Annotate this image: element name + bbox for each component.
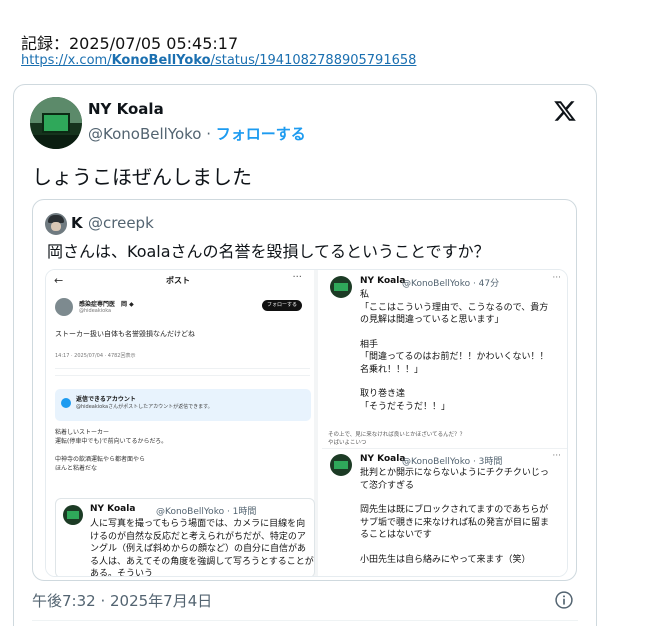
screenshot-post-1: NY Koala @KonoBellYoko · 47分 ··· 私 「ここはこ… — [330, 273, 565, 426]
screenshot-post-stats: 14:17 · 2025/07/04 · 4782回表示 — [55, 353, 136, 359]
quote-author-avatar — [45, 213, 67, 235]
screenshot-post-2: NY Koala @KonoBellYoko · 3時間 ··· 批判とか開示に… — [330, 451, 565, 574]
divider — [322, 448, 567, 449]
screenshot-right-panel: NY Koala @KonoBellYoko · 47分 ··· 私 「ここはこ… — [322, 270, 567, 576]
screenshot-line: 粘着しいストーカー — [55, 429, 110, 436]
inner-quote-meta: @KonoBellYoko · 1時間 — [156, 507, 257, 517]
meta-separator: · — [201, 125, 216, 143]
post-line: 相手 — [360, 339, 379, 350]
author-avatar[interactable] — [30, 97, 82, 149]
post-line: て恣介すぎる — [360, 480, 415, 491]
tweet-timestamp[interactable]: 午後7:32 · 2025年7月4日 — [32, 590, 212, 611]
screenshot-account-handle: @hideakioka — [79, 308, 112, 314]
post-line: 批判とか開示にならないようにチクチクいじっ — [360, 468, 549, 478]
post-line: 小田先生は自ら絡みにやって来ます（笑） — [360, 554, 531, 565]
follow-link[interactable]: フォローする — [216, 125, 306, 143]
post-avatar — [330, 454, 352, 476]
tweet-text: しょうこほぜんしました — [32, 165, 252, 189]
screenshot-reply-notice: 返信できるアカウント @hideakiokaさんがポストしたアカウントが返信でき… — [55, 389, 311, 421]
post-meta: @KonoBellYoko · 3時間 — [402, 457, 503, 467]
card-divider — [32, 620, 578, 621]
post-meta: @KonoBellYoko · 47分 — [402, 279, 500, 289]
screenshot-left-panel: ← ポスト ··· 感染症専門医 岡 ◆ @hideakioka フォローする … — [46, 270, 318, 577]
screenshot-note-line: やばいよこいつ — [328, 440, 367, 446]
more-icon: ··· — [552, 451, 561, 461]
post-author: NY Koala — [360, 276, 406, 286]
more-icon: ··· — [552, 273, 561, 283]
post-line: 名乗れ！！！」 — [360, 364, 424, 375]
screenshot-page-title: ポスト — [166, 276, 190, 285]
post-line: サブ垢で覗きに来なければ私の発言が目に留ま — [360, 517, 550, 528]
post-line: 取り巻き達 — [360, 389, 406, 399]
post-line: 「そうだそうだ！！」 — [360, 401, 451, 412]
notice-title: 返信できるアカウント — [76, 396, 136, 403]
inner-quote-text: 人に写真を撮ってもらう場面では、カメラに目線を向けるのが自然な反応だと考えられが… — [90, 519, 314, 577]
author-meta: @KonoBellYoko · フォローする — [88, 123, 306, 144]
author-name[interactable]: NY Koala — [88, 100, 164, 118]
inner-quote-avatar — [63, 505, 83, 525]
screenshot-avatar — [55, 298, 73, 316]
url-prefix: https://x.com/ — [21, 53, 112, 68]
author-handle[interactable]: @KonoBellYoko — [88, 125, 201, 143]
post-avatar — [330, 276, 352, 298]
screenshot-line: 中神寺の飲酒運転やら都者面やら — [55, 456, 146, 463]
screenshot-action-bar — [55, 368, 310, 376]
screenshot-post-text: ストーカー扱い自体も名誉毀損なんだけどね — [55, 330, 195, 338]
screenshot-account-name: 感染症専門医 岡 ◆ — [79, 301, 134, 308]
quote-attached-image[interactable]: ← ポスト ··· 感染症専門医 岡 ◆ @hideakioka フォローする … — [45, 269, 568, 577]
at-sign-icon — [61, 398, 71, 408]
info-icon[interactable] — [554, 590, 574, 610]
screenshot-text-lines: 粘着しいストーカー 運転(停車中でも)で前向いてるからだろ。 中神寺の飲酒運転や… — [55, 428, 167, 473]
screenshot-line — [55, 446, 167, 455]
post-line: 私 — [360, 290, 370, 300]
embedded-tweet-card: NY Koala @KonoBellYoko · フォローする しょうこほぜんし… — [13, 84, 597, 626]
url-suffix: /status/1941082788905791658 — [210, 53, 417, 68]
quote-author-handle: @creepk — [88, 214, 154, 232]
record-url-link[interactable]: https://x.com/KonoBellYoko/status/194108… — [21, 53, 416, 68]
post-line: ることはないです — [360, 530, 432, 540]
screenshot-line: ほんと粘着だな — [55, 465, 98, 472]
back-arrow-icon: ← — [54, 274, 64, 287]
x-logo-icon[interactable] — [552, 99, 578, 123]
notice-text: @hideakiokaさんがポストしたアカウントが返信できます。 — [76, 404, 213, 410]
screenshot-note-line: その上で、見に来なければ良いとかほざいてるんだ？？ — [328, 432, 466, 438]
quote-author-name: K — [71, 214, 83, 232]
inner-quote-author: NY Koala — [90, 504, 136, 514]
post-line: の見解は間違っていると思います」 — [360, 315, 504, 325]
quote-text: 岡さんは、Koalaさんの名誉を毀損してるということですか？ — [47, 242, 490, 261]
more-icon: ··· — [292, 272, 302, 283]
record-timestamp: 記録：2025/07/05 05:45:17 — [21, 34, 239, 53]
post-line: 岡先生は既にブロックされてますのであちらが — [360, 505, 549, 515]
url-username: KonoBellYoko — [111, 53, 211, 68]
screenshot-follow-button: フォローする — [262, 300, 302, 311]
post-line: 「ここはこういう理由で、こうなるので、貴方 — [360, 302, 549, 313]
post-body: 批判とか開示にならないようにチクチクいじっ て恣介すぎる 岡先生は既にブロックさ… — [360, 467, 565, 566]
post-body: 私 「ここはこういう理由で、こうなるので、貴方 の見解は間違っていると思います」… — [360, 289, 565, 413]
screenshot-line: 運転(停車中でも)で前向いてるからだろ。 — [55, 438, 168, 445]
quoted-tweet-card[interactable]: K @creepk 岡さんは、Koalaさんの名誉を毀損してるということですか？… — [32, 199, 577, 581]
post-author: NY Koala — [360, 454, 406, 464]
post-line: 「間違ってるのはお前だ！！かわいくない！！ — [360, 352, 549, 362]
screenshot-inner-quote: NY Koala @KonoBellYoko · 1時間 人に写真を撮ってもらう… — [55, 498, 315, 577]
